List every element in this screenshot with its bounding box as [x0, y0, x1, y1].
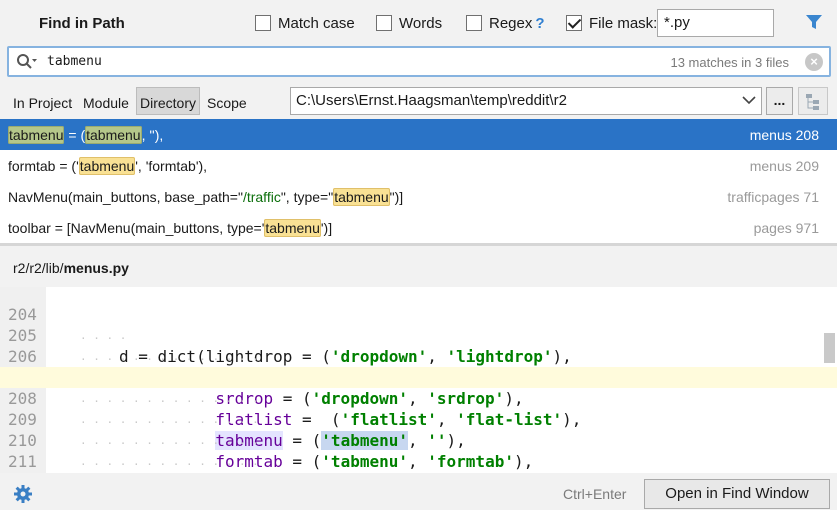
result-fragment: NavMenu(main_buttons, base_path=" — [8, 188, 243, 205]
result-fragment: , ''), — [141, 126, 164, 143]
match-highlight: tabmenu — [85, 125, 142, 144]
match-case-option[interactable]: Match case — [255, 13, 355, 33]
search-field[interactable]: tabmenu 13 matches in 3 files × — [7, 46, 831, 77]
code-line-current: 208 . . . . . . . . . . . . . . tabmenu … — [0, 367, 837, 450]
result-fragment: ")] — [389, 188, 404, 205]
file-name: menus.py — [63, 260, 129, 276]
search-icon[interactable] — [16, 53, 38, 71]
result-location: pages 971 — [753, 219, 819, 236]
code-line: 204 . . . . d = dict(lightdrop = ('dropd… — [8, 305, 572, 366]
tab-scope[interactable]: Scope — [207, 95, 247, 111]
result-fragment: formtab = (' — [8, 157, 79, 174]
match-highlight: tabmenu — [8, 125, 65, 144]
result-string: /traffic — [242, 188, 281, 205]
regex-label: Regex — [489, 14, 533, 32]
result-fragment: ', 'formtab'), — [135, 157, 208, 174]
funnel-icon[interactable] — [805, 13, 823, 31]
code-line: 209 . . . . . . . . . . . . . . formtab … — [8, 410, 534, 471]
folder-tree-icon — [806, 94, 819, 110]
regex-option[interactable]: Regex ? — [466, 13, 545, 33]
match-count: 13 matches in 3 files — [670, 55, 789, 70]
browse-button[interactable]: ... — [766, 87, 793, 115]
result-text: formtab = ('tabmenu', 'formtab'), — [8, 156, 208, 175]
result-text: toolbar = [NavMenu(main_buttons, type='t… — [8, 218, 333, 237]
code-line: 207 . . . . . . . . . . . . . . flatlist… — [8, 368, 582, 429]
splitter-handle[interactable] — [0, 243, 837, 246]
file-mask-label: File mask: — [589, 14, 658, 32]
match-case-checkbox[interactable] — [255, 15, 271, 31]
code-line: 206 . . . . . . . . . . . . . . srdrop =… — [8, 347, 524, 408]
results-list: tabmenu = (tabmenu, ''), menus 208 formtab… — [0, 119, 837, 243]
result-location: trafficpages 71 — [727, 188, 819, 205]
match-case-label: Match case — [278, 14, 355, 32]
result-fragment: toolbar = [NavMenu(main_buttons, type=' — [8, 219, 265, 236]
recursive-toggle-button[interactable] — [798, 87, 828, 115]
code-line: 212 . . . . return d.get(type, default) — [0, 451, 837, 472]
file-mask-option[interactable]: File mask: — [566, 13, 657, 33]
preview-file-path: r2/r2/lib/menus.py — [13, 260, 129, 276]
code-preview[interactable]: 204 . . . . d = dict(lightdrop = ('dropd… — [0, 287, 837, 473]
result-text: NavMenu(main_buttons, base_path="/traffi… — [8, 187, 404, 206]
file-mask-checkbox[interactable] — [566, 15, 582, 31]
tab-in-project[interactable]: In Project — [13, 95, 72, 111]
code-line: 211 . . . . . . . . . . . . . . ) — [8, 452, 37, 471]
search-input[interactable]: tabmenu — [47, 54, 102, 69]
vertical-scrollbar[interactable] — [824, 333, 835, 363]
open-in-find-window-button[interactable]: Open in Find Window — [644, 479, 830, 509]
code-line: 205 . . . . . . . . . . . . . . tabdrop … — [8, 326, 543, 387]
words-label: Words — [399, 14, 443, 32]
shortcut-hint: Ctrl+Enter — [563, 486, 627, 502]
dialog-title: Find in Path — [39, 15, 125, 32]
result-row[interactable]: NavMenu(main_buttons, base_path="/traffi… — [0, 181, 837, 212]
file-mask-input[interactable]: *.py — [657, 9, 774, 37]
result-row[interactable]: tabmenu = (tabmenu, ''), menus 208 — [0, 119, 837, 150]
close-icon[interactable]: × — [805, 53, 823, 71]
regex-help-link[interactable]: ? — [535, 15, 544, 32]
regex-checkbox[interactable] — [466, 15, 482, 31]
match-highlight: tabmenu — [264, 218, 321, 237]
gear-icon[interactable] — [13, 484, 33, 504]
tab-module[interactable]: Module — [83, 95, 129, 111]
result-location: menus 208 — [749, 126, 819, 143]
tab-directory[interactable]: Directory — [140, 95, 196, 111]
result-location: menus 209 — [749, 157, 819, 174]
result-row[interactable]: formtab = ('tabmenu', 'formtab'), menus 2… — [0, 150, 837, 181]
words-checkbox[interactable] — [376, 15, 392, 31]
match-highlight: tabmenu — [333, 187, 390, 206]
result-text: tabmenu = (tabmenu, ''), — [8, 125, 164, 144]
match-highlight: tabmenu — [78, 156, 136, 175]
chevron-down-icon[interactable] — [741, 93, 757, 107]
result-row[interactable]: toolbar = [NavMenu(main_buttons, type='t… — [0, 212, 837, 243]
file-dir: r2/r2/lib/ — [13, 260, 64, 276]
words-option[interactable]: Words — [376, 13, 442, 33]
result-fragment: = ( — [64, 126, 86, 143]
result-fragment: ", type=" — [280, 188, 334, 205]
directory-combobox[interactable]: C:\Users\Ernst.Haagsman\temp\reddit\r2 — [290, 87, 762, 115]
code-line: 210 . . . . . . . . . . . . . . flat_ver… — [8, 431, 259, 468]
result-fragment: ')] — [320, 219, 333, 236]
